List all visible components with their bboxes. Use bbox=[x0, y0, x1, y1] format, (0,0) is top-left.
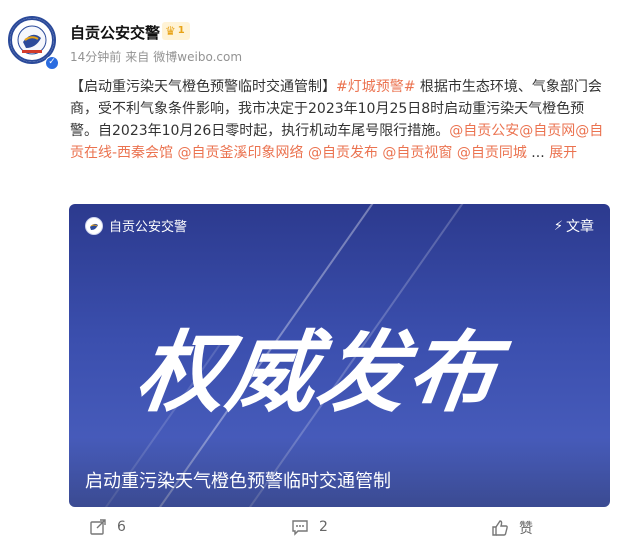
like-label: 赞 bbox=[519, 521, 533, 537]
topic-link[interactable]: #灯城预警# bbox=[336, 79, 415, 95]
comment-count: 2 bbox=[319, 519, 328, 535]
source-prefix: 来自 bbox=[125, 50, 150, 64]
crown-icon: ♛ bbox=[165, 24, 176, 38]
thumbs-up-icon bbox=[492, 520, 508, 536]
share-icon bbox=[90, 519, 106, 535]
share-button[interactable]: 6 bbox=[89, 518, 126, 536]
action-bar: 6 2 赞 bbox=[69, 518, 610, 544]
level-value: 1 bbox=[177, 25, 185, 36]
card-avatar bbox=[85, 216, 103, 235]
verified-icon: ✓ bbox=[45, 56, 59, 70]
post-header: ✓ 自贡公安交警 ♛ 1 14分钟前 来自 微博weibo.com bbox=[0, 0, 632, 72]
post-time[interactable]: 14分钟前 bbox=[70, 48, 121, 65]
post-meta: 14分钟前 来自 微博weibo.com bbox=[70, 48, 242, 65]
card-headline-art: 权威发布 bbox=[130, 321, 506, 424]
card-author-name: 自贡公安交警 bbox=[109, 220, 188, 235]
level-badge[interactable]: ♛ 1 bbox=[162, 22, 190, 40]
post-text: 【启动重污染天气橙色预警临时交通管制】#灯城预警# 根据市生态环境、气象部门会商… bbox=[70, 76, 610, 164]
card-type: ⚡ 文章 bbox=[554, 216, 594, 236]
article-card[interactable]: 自贡公安交警 ⚡ 文章 权威发布 启动重污染天气橙色预警临时交通管制 bbox=[69, 204, 610, 507]
card-author: 自贡公安交警 bbox=[85, 216, 187, 235]
card-caption: 启动重污染天气橙色预警临时交通管制 bbox=[85, 471, 391, 492]
username[interactable]: 自贡公安交警 bbox=[70, 22, 160, 43]
ellipsis: ... bbox=[526, 145, 550, 161]
comment-button[interactable]: 2 bbox=[291, 518, 328, 536]
share-count: 6 bbox=[117, 519, 126, 535]
card-type-label: 文章 bbox=[566, 219, 594, 235]
expand-link[interactable]: 展开 bbox=[549, 145, 577, 161]
comment-icon bbox=[292, 520, 308, 536]
like-button[interactable]: 赞 bbox=[491, 518, 533, 538]
post-title: 【启动重污染天气橙色预警临时交通管制】 bbox=[70, 79, 336, 95]
lightning-icon: ⚡ bbox=[553, 218, 563, 234]
post-source: 微博weibo.com bbox=[153, 50, 243, 64]
